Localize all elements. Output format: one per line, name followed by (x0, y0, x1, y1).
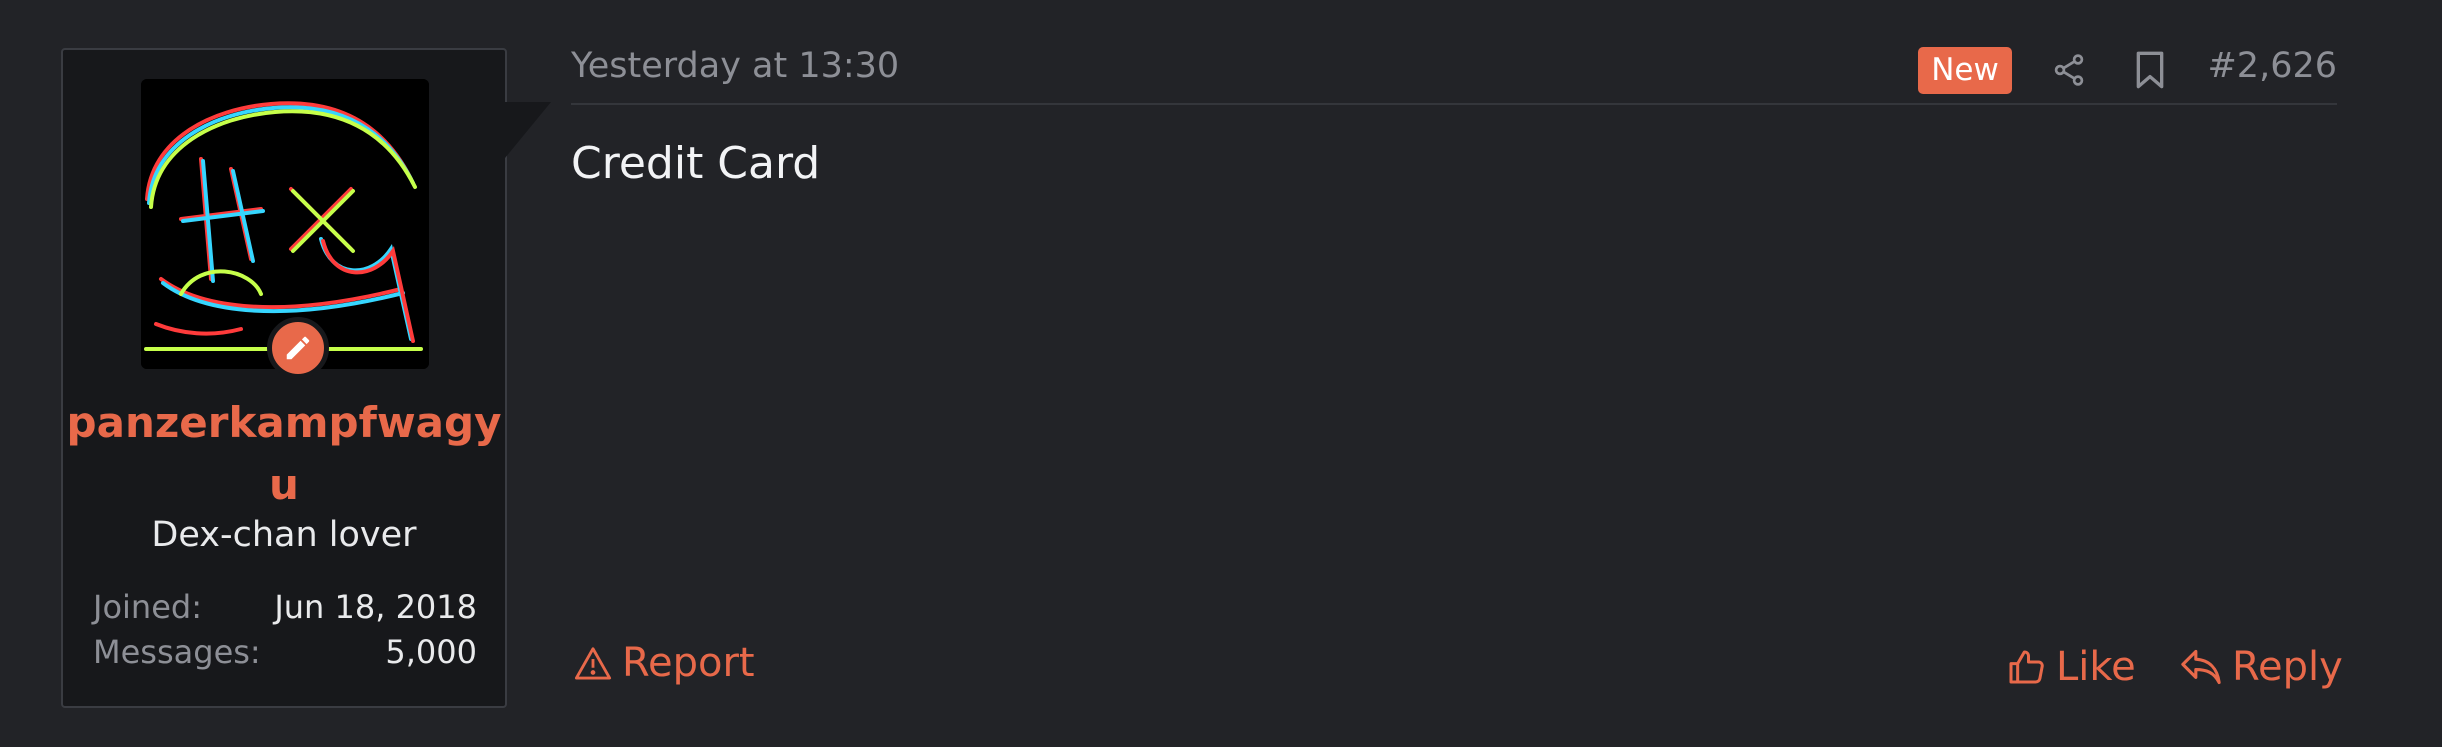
card-pointer-arrow (505, 102, 551, 158)
post-body-text: Credit Card (571, 138, 821, 189)
stat-row-joined: Joined: Jun 18, 2018 (93, 588, 477, 626)
bookmark-button[interactable] (2128, 46, 2172, 94)
username-link[interactable]: panzerkampfwagyu (61, 392, 507, 516)
warning-icon (574, 647, 612, 680)
stat-row-messages: Messages: 5,000 (93, 633, 477, 671)
pencil-icon (286, 336, 310, 360)
reply-label: Reply (2232, 644, 2343, 690)
stat-label: Messages: (93, 633, 261, 671)
post-date-link[interactable]: Yesterday at 13:30 (571, 46, 899, 86)
stat-value: 5,000 (385, 633, 477, 671)
user-title: Dex-chan lover (151, 515, 417, 555)
avatar-badge (267, 317, 329, 379)
stat-value: Jun 18, 2018 (274, 588, 477, 626)
thumbs-up-icon (2009, 650, 2044, 684)
reply-icon (2181, 649, 2221, 685)
new-badge: New (1918, 47, 2012, 94)
bookmark-icon (2136, 51, 2164, 89)
reply-button[interactable]: Reply (2180, 644, 2343, 690)
stat-label: Joined: (93, 588, 202, 626)
report-button[interactable]: Report (574, 640, 755, 686)
share-icon (2054, 54, 2084, 86)
like-label: Like (2056, 644, 2136, 690)
report-label: Report (622, 640, 755, 686)
share-button[interactable] (2047, 46, 2091, 94)
post-container: panzerkampfwagyu Dex-chan lover Joined: … (0, 0, 2442, 747)
post-number-link[interactable]: #2,626 (2207, 46, 2337, 86)
like-button[interactable]: Like (2006, 644, 2136, 690)
header-divider (571, 103, 2337, 105)
user-avatar[interactable] (141, 79, 429, 379)
